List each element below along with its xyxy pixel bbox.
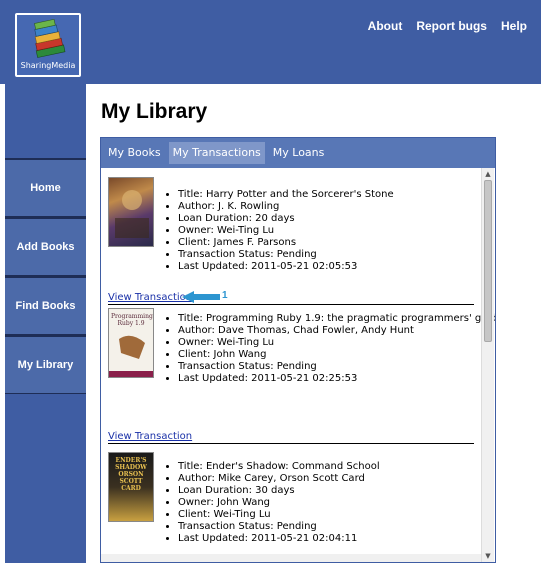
- book-owner: Owner: Wei-Ting Lu: [178, 225, 394, 237]
- book-details: Title: Harry Potter and the Sorcerer's S…: [154, 177, 394, 273]
- stacked-books-icon: [34, 18, 66, 58]
- book-title: Title: Ender's Shadow: Command School: [178, 461, 380, 473]
- tab-my-transactions[interactable]: My Transactions: [168, 142, 265, 164]
- book-cover-image: ENDER'S SHADOW ORSON SCOTT CARD: [108, 452, 154, 522]
- tab-bar: My Books My Transactions My Loans: [101, 138, 495, 168]
- tab-my-books[interactable]: My Books: [104, 142, 165, 164]
- book-title: Title: Harry Potter and the Sorcerer's S…: [178, 189, 394, 201]
- tab-my-loans[interactable]: My Loans: [269, 142, 329, 164]
- view-transaction-link[interactable]: View Transaction: [108, 292, 474, 305]
- top-nav: About Report bugs Help: [368, 19, 527, 33]
- transactions-list-viewport[interactable]: Title: Harry Potter and the Sorcerer's S…: [101, 168, 495, 562]
- list-item: Programming Ruby 1.9 Title: Programming …: [108, 305, 495, 444]
- book-title: Title: Programming Ruby 1.9: the pragmat…: [178, 313, 495, 325]
- scroll-up-icon[interactable]: ▲: [482, 168, 494, 180]
- annotation-number: 1: [222, 290, 228, 301]
- page-title: My Library: [101, 100, 208, 123]
- sidebar-item-find-books[interactable]: Find Books: [5, 276, 86, 335]
- transaction-status: Transaction Status: Pending: [178, 249, 394, 261]
- scroll-down-icon[interactable]: ▼: [482, 550, 494, 562]
- sidebar-item-my-library[interactable]: My Library: [5, 335, 86, 394]
- vertical-scrollbar[interactable]: ▲ ▼: [481, 168, 494, 562]
- report-bugs-link[interactable]: Report bugs: [416, 19, 487, 33]
- book-author: Author: Dave Thomas, Chad Fowler, Andy H…: [178, 325, 495, 337]
- last-updated: Last Updated: 2011-05-21 02:05:53: [178, 261, 394, 273]
- sidebar-item-home[interactable]: Home: [5, 158, 86, 217]
- library-panel: My Books My Transactions My Loans Title:…: [100, 137, 496, 563]
- sidebar: Home Add Books Find Books My Library: [5, 84, 86, 563]
- horizontal-scrollbar[interactable]: [101, 554, 481, 562]
- last-updated: Last Updated: 2011-05-21 02:25:53: [178, 373, 495, 385]
- list-item: Title: Harry Potter and the Sorcerer's S…: [108, 173, 474, 305]
- top-header: SharingMedia About Report bugs Help: [0, 0, 541, 84]
- transaction-status: Transaction Status: Pending: [178, 361, 495, 373]
- sidebar-item-add-books[interactable]: Add Books: [5, 217, 86, 276]
- app-name: SharingMedia: [20, 61, 76, 70]
- last-updated: Last Updated: 2011-05-21 02:04:11: [178, 533, 380, 545]
- book-owner: Owner: Wei-Ting Lu: [178, 337, 495, 349]
- app-logo[interactable]: SharingMedia: [15, 13, 81, 77]
- book-author: Author: J. K. Rowling: [178, 201, 394, 213]
- transaction-status: Transaction Status: Pending: [178, 521, 380, 533]
- loan-duration: Loan Duration: 20 days: [178, 213, 394, 225]
- book-client: Client: John Wang: [178, 349, 495, 361]
- transactions-list: Title: Harry Potter and the Sorcerer's S…: [108, 173, 495, 553]
- loan-duration: Loan Duration: 30 days: [178, 485, 380, 497]
- book-details: Title: Programming Ruby 1.9: the pragmat…: [154, 308, 495, 385]
- about-link[interactable]: About: [368, 19, 403, 33]
- book-owner: Owner: John Wang: [178, 497, 380, 509]
- book-client: Client: Wei-Ting Lu: [178, 509, 380, 521]
- book-details: Title: Ender's Shadow: Command School Au…: [154, 452, 380, 545]
- list-item: ENDER'S SHADOW ORSON SCOTT CARD Title: E…: [108, 443, 474, 553]
- book-client: Client: James F. Parsons: [178, 237, 394, 249]
- book-author: Author: Mike Carey, Orson Scott Card: [178, 473, 380, 485]
- book-cover-image: Programming Ruby 1.9: [108, 308, 154, 378]
- book-cover-image: [108, 177, 154, 247]
- help-link[interactable]: Help: [501, 19, 527, 33]
- left-arrow-icon: [182, 291, 220, 303]
- scrollbar-thumb[interactable]: [484, 180, 492, 342]
